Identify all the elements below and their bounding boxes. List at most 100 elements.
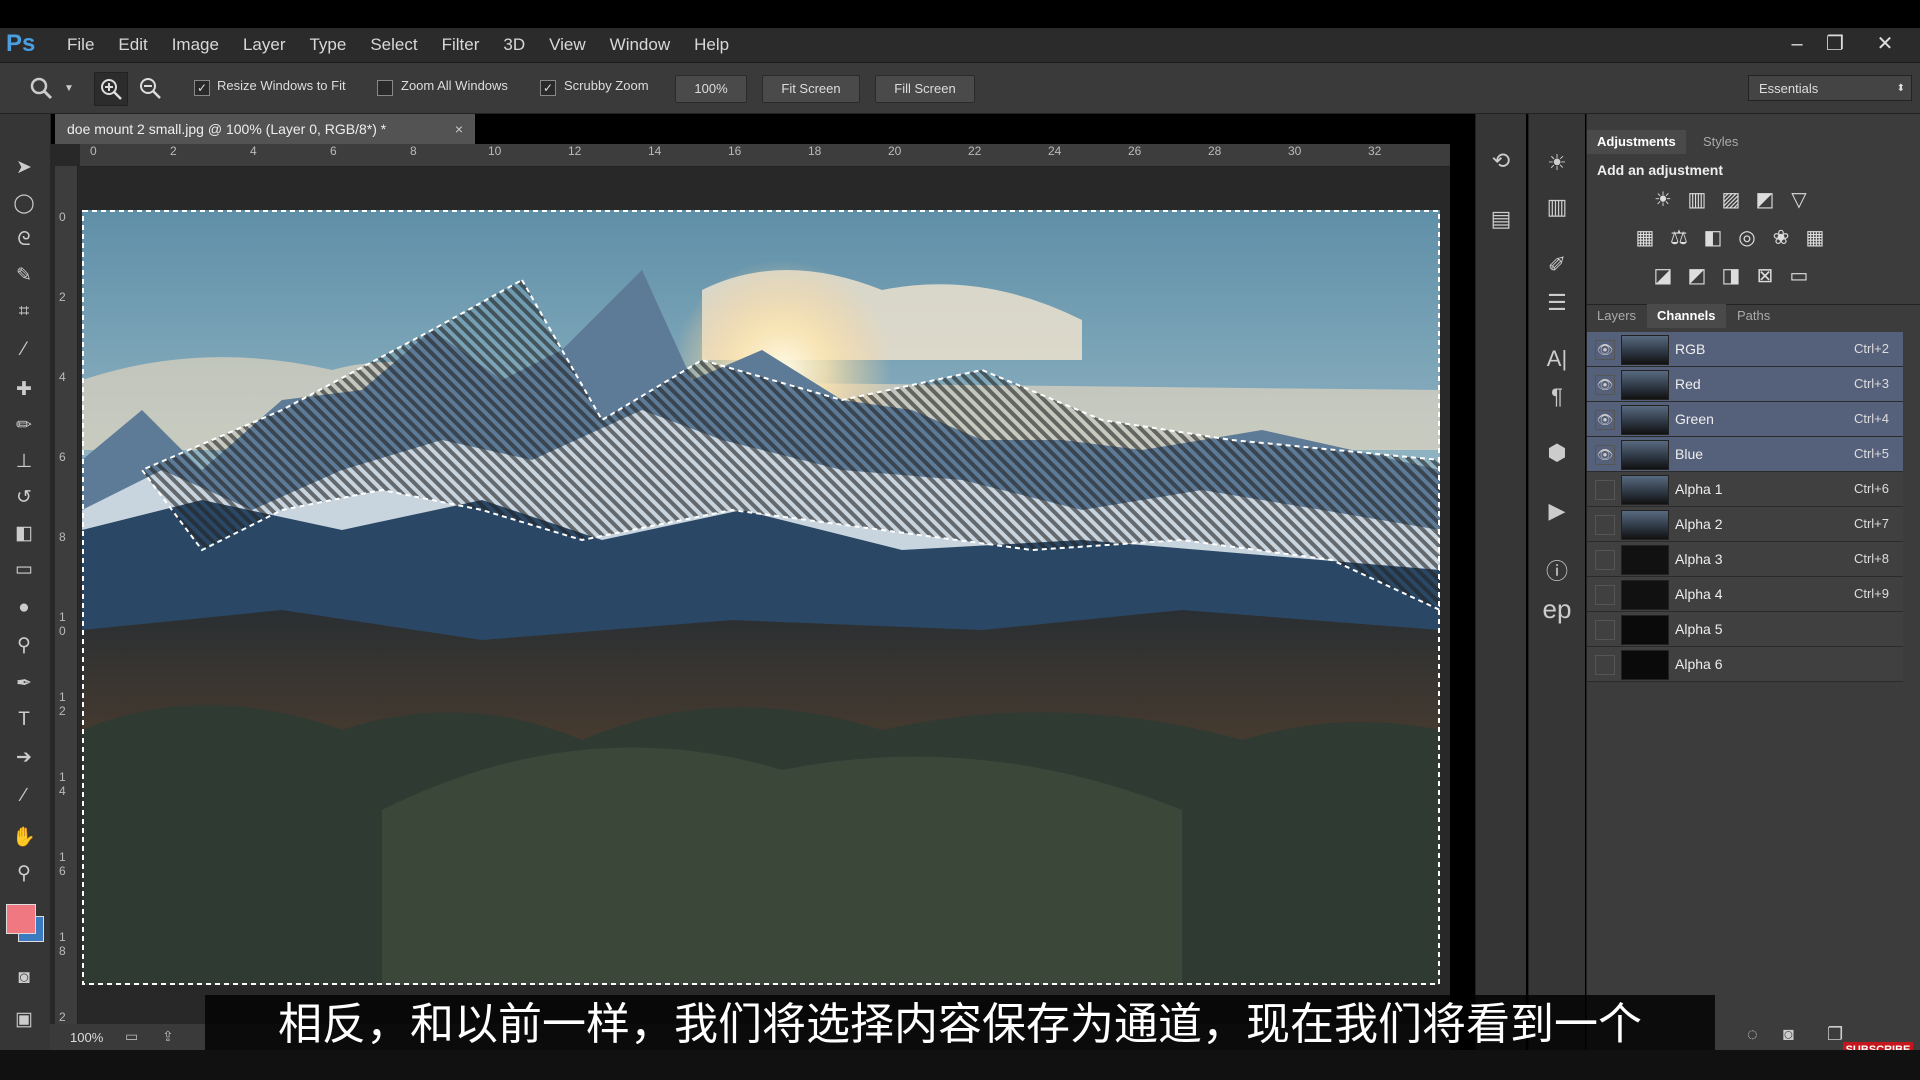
levels-icon[interactable]: ▥ <box>1683 188 1711 212</box>
preset-dropdown-arrow-icon[interactable]: ▼ <box>64 83 74 94</box>
channel-row-alpha-4[interactable]: Alpha 4 Ctrl+9 <box>1587 577 1903 612</box>
tab-channels[interactable]: Channels <box>1647 304 1726 328</box>
zoom-100-button[interactable]: 100% <box>675 75 747 103</box>
workspace-select[interactable]: Essentials ⬍ <box>1748 75 1912 101</box>
gradient-tool-icon[interactable]: ▭ <box>9 556 39 584</box>
channel-row-blue[interactable]: 👁 Blue Ctrl+5 <box>1587 437 1903 472</box>
marquee-tool-icon[interactable]: ◯ <box>9 190 39 218</box>
brush-tool-icon[interactable]: ✏ <box>9 412 39 440</box>
3d-panel-icon[interactable]: ⬢ <box>1537 440 1577 466</box>
minimize-button[interactable]: – <box>1780 32 1814 56</box>
exposure-icon[interactable]: ◩ <box>1751 188 1779 212</box>
type-tool-icon[interactable]: T <box>9 706 39 734</box>
eraser-tool-icon[interactable]: ◧ <box>9 520 39 548</box>
healing-brush-tool-icon[interactable]: ✚ <box>9 376 39 404</box>
zoom-tool-preset-icon[interactable] <box>28 75 54 101</box>
fit-screen-button[interactable]: Fit Screen <box>762 75 860 103</box>
menu-image[interactable]: Image <box>160 28 231 62</box>
load-selection-icon[interactable]: ◌ <box>1747 1024 1758 1045</box>
adjustments-panel-icon[interactable]: ☀ <box>1537 150 1577 176</box>
hand-tool-icon[interactable]: ✋ <box>9 824 39 852</box>
line-tool-icon[interactable]: ∕ <box>9 782 39 810</box>
info-panel-icon[interactable]: ⓘ <box>1537 554 1577 586</box>
share-icon[interactable]: ⇪ <box>162 1028 174 1045</box>
menu-window[interactable]: Window <box>598 28 682 62</box>
zoom-all-checkbox[interactable] <box>377 80 393 96</box>
color-lookup-icon[interactable]: ▦ <box>1801 226 1829 250</box>
blur-tool-icon[interactable]: ● <box>9 594 39 622</box>
selective-color-icon[interactable]: ⊠ <box>1751 264 1779 288</box>
channel-row-alpha-6[interactable]: Alpha 6 <box>1587 647 1903 682</box>
new-channel-icon[interactable]: ❐ <box>1827 1024 1843 1045</box>
eye-icon[interactable]: 👁 <box>1595 375 1615 395</box>
save-selection-icon[interactable]: ◙ <box>1783 1024 1794 1045</box>
extension-panel-icon[interactable]: ep <box>1537 594 1577 625</box>
close-tab-icon[interactable]: × <box>455 114 463 144</box>
move-tool-icon[interactable]: ➤ <box>9 154 39 182</box>
timeline-panel-icon[interactable]: ▶ <box>1537 498 1577 524</box>
eyedropper-tool-icon[interactable]: ⁄ <box>9 336 39 364</box>
zoom-out-icon[interactable] <box>134 72 166 104</box>
resize-windows-checkbox[interactable]: ✓ <box>194 80 210 96</box>
path-selection-tool-icon[interactable]: ➔ <box>9 744 39 772</box>
paragraph-panel-icon[interactable]: ¶ <box>1537 384 1577 410</box>
invert-icon[interactable]: ◪ <box>1649 264 1677 288</box>
fill-screen-button[interactable]: Fill Screen <box>875 75 975 103</box>
brightness-contrast-icon[interactable]: ☀ <box>1649 188 1677 212</box>
eye-toggle-empty[interactable] <box>1595 550 1615 570</box>
menu-type[interactable]: Type <box>297 28 358 62</box>
channel-mixer-icon[interactable]: ❀ <box>1767 226 1795 250</box>
menu-select[interactable]: Select <box>358 28 429 62</box>
history-panel-icon[interactable]: ⟲ <box>1481 148 1521 174</box>
canvas-image[interactable] <box>82 210 1440 985</box>
black-white-icon[interactable]: ◧ <box>1699 226 1727 250</box>
status-info-icon[interactable]: ▭ <box>125 1028 138 1045</box>
eye-toggle-empty[interactable] <box>1595 585 1615 605</box>
eye-icon[interactable]: 👁 <box>1595 410 1615 430</box>
channel-row-alpha-5[interactable]: Alpha 5 <box>1587 612 1903 647</box>
pen-tool-icon[interactable]: ✒ <box>9 670 39 698</box>
color-balance-icon[interactable]: ⚖ <box>1665 226 1693 250</box>
scrubby-zoom-checkbox[interactable]: ✓ <box>540 80 556 96</box>
menu-3d[interactable]: 3D <box>491 28 537 62</box>
zoom-tool-icon[interactable]: ⚲ <box>9 860 39 888</box>
channel-row-red[interactable]: 👁 Red Ctrl+3 <box>1587 367 1903 402</box>
tab-paths[interactable]: Paths <box>1727 304 1780 328</box>
brush-panel-icon[interactable]: ✐ <box>1537 252 1577 278</box>
eye-icon[interactable]: 👁 <box>1595 445 1615 465</box>
eye-toggle-empty[interactable] <box>1595 620 1615 640</box>
tab-layers[interactable]: Layers <box>1587 304 1646 328</box>
channel-row-alpha-1[interactable]: Alpha 1 Ctrl+6 <box>1587 472 1903 507</box>
menu-file[interactable]: File <box>55 28 106 62</box>
histogram-panel-icon[interactable]: ▥ <box>1537 194 1577 220</box>
menu-help[interactable]: Help <box>682 28 741 62</box>
channel-row-alpha-3[interactable]: Alpha 3 Ctrl+8 <box>1587 542 1903 577</box>
posterize-icon[interactable]: ◩ <box>1683 264 1711 288</box>
quick-mask-icon[interactable]: ◙ <box>9 964 39 992</box>
channel-row-green[interactable]: 👁 Green Ctrl+4 <box>1587 402 1903 437</box>
vibrance-icon[interactable]: ▽ <box>1785 188 1813 212</box>
crop-tool-icon[interactable]: ⌗ <box>9 298 39 326</box>
document-tab[interactable]: doe mount 2 small.jpg @ 100% (Layer 0, R… <box>55 114 475 144</box>
hue-saturation-icon[interactable]: ▦ <box>1631 226 1659 250</box>
screen-mode-icon[interactable]: ▣ <box>9 1006 39 1034</box>
eye-toggle-empty[interactable] <box>1595 515 1615 535</box>
dodge-tool-icon[interactable]: ⚲ <box>9 632 39 660</box>
threshold-icon[interactable]: ◨ <box>1717 264 1745 288</box>
lasso-tool-icon[interactable]: ᘓ <box>9 226 39 254</box>
stamp-tool-icon[interactable]: ⊥ <box>9 448 39 476</box>
photo-filter-icon[interactable]: ◎ <box>1733 226 1761 250</box>
channel-row-alpha-2[interactable]: Alpha 2 Ctrl+7 <box>1587 507 1903 542</box>
restore-button[interactable]: ❐ <box>1818 32 1852 56</box>
close-window-button[interactable]: ✕ <box>1868 32 1902 56</box>
menu-layer[interactable]: Layer <box>231 28 298 62</box>
gradient-map-icon[interactable]: ▭ <box>1785 264 1813 288</box>
tab-styles[interactable]: Styles <box>1693 130 1748 154</box>
history-brush-tool-icon[interactable]: ↺ <box>9 484 39 512</box>
quick-selection-tool-icon[interactable]: ✎ <box>9 262 39 290</box>
properties-panel-icon[interactable]: ☰ <box>1537 290 1577 316</box>
eye-icon[interactable]: 👁 <box>1595 340 1615 360</box>
zoom-in-icon[interactable] <box>94 72 128 106</box>
menu-edit[interactable]: Edit <box>106 28 159 62</box>
character-panel-icon[interactable]: A| <box>1537 346 1577 372</box>
